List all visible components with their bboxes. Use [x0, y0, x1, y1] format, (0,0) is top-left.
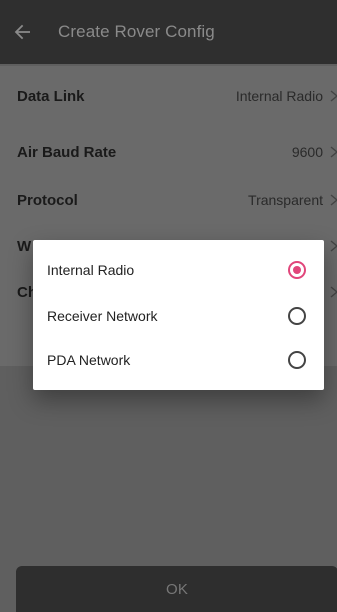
- page-title: Create Rover Config: [58, 22, 215, 41]
- setting-label: Air Baud Rate: [17, 143, 117, 161]
- option-receiver-network[interactable]: Receiver Network: [33, 294, 324, 338]
- option-label: Internal Radio: [47, 262, 135, 278]
- option-label: PDA Network: [47, 352, 131, 368]
- setting-label: Data Link: [17, 87, 85, 105]
- setting-label: Protocol: [17, 191, 78, 209]
- setting-row-data-link[interactable]: Data Link Internal Radio: [0, 66, 337, 126]
- back-arrow-icon: [14, 24, 30, 40]
- radio-button[interactable]: [288, 351, 306, 369]
- chevron-right-icon: [330, 286, 337, 298]
- option-label: Receiver Network: [47, 308, 158, 324]
- radio-button[interactable]: [288, 261, 306, 279]
- setting-value: 9600: [291, 144, 323, 160]
- chevron-right-icon: [330, 146, 337, 158]
- app-bar: Create Rover Config: [0, 0, 337, 64]
- option-internal-radio[interactable]: Internal Radio: [33, 248, 324, 292]
- chevron-right-icon: [330, 240, 337, 252]
- chevron-right-icon: [330, 90, 337, 102]
- data-link-dialog: Internal Radio Receiver Network PDA Netw…: [33, 240, 324, 390]
- setting-value: Transparent: [248, 192, 323, 208]
- option-pda-network[interactable]: PDA Network: [33, 338, 324, 382]
- setting-label: W: [17, 237, 32, 255]
- chevron-right-icon: [330, 194, 337, 206]
- radio-button[interactable]: [288, 307, 306, 325]
- back-button[interactable]: [14, 10, 58, 54]
- ok-button-label: OK: [165, 580, 189, 598]
- setting-value: Internal Radio: [235, 88, 323, 104]
- ok-button[interactable]: OK: [16, 566, 337, 612]
